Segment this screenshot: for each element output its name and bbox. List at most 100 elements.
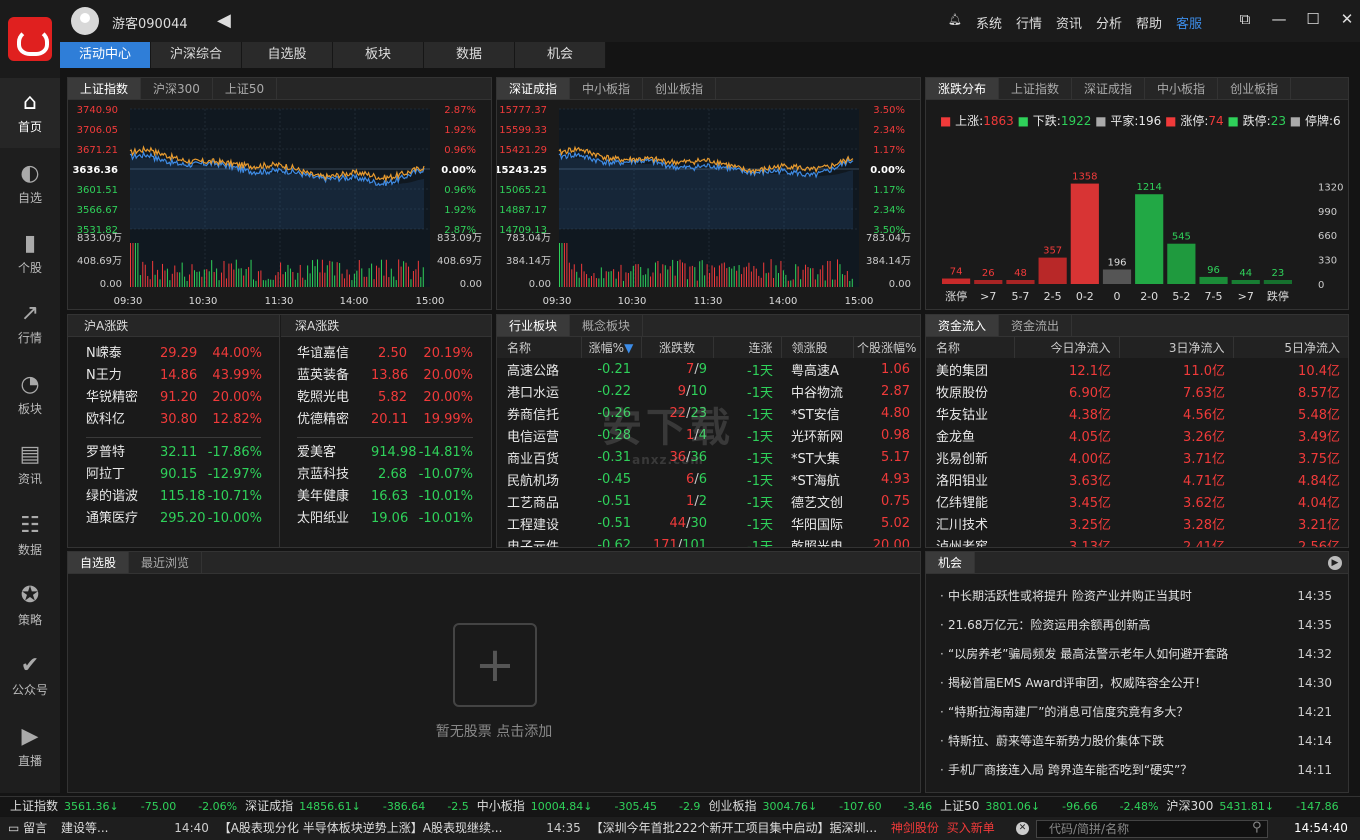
distribution-bar[interactable] [1231,280,1260,284]
search-icon[interactable]: ⚲ [1252,820,1262,835]
mover-row[interactable]: 欧科亿 30.80 12.82% [86,409,279,431]
col-pct[interactable]: 涨幅%▼ [581,337,642,358]
tab-recent[interactable]: 最近浏览 [129,552,203,573]
ticker-item[interactable]: 上证50 3801.06↓ -96.66 -2.48% [940,797,1158,816]
tab-concept[interactable]: 概念板块 [570,315,644,336]
col-leader[interactable]: 领涨股 [781,337,854,358]
bell-icon[interactable]: 🔔︎ [948,13,962,32]
table-row[interactable]: 高速公路 -0.21 7/9 -1天 粤高速A 1.06 [497,358,920,380]
list-item[interactable]: · “以房养老”骗局频发 最高法警示老年人如何避开套路 14:32 [940,640,1332,669]
sidebar-item-home[interactable]: ⌂ 首页 [0,78,60,149]
list-item[interactable]: · 揭秘首届EMS Award评审团，权威阵容全公开！ 14:30 [940,669,1332,698]
resize-icon[interactable]: ⧉ [1236,10,1254,28]
mover-row[interactable]: 罗普特 32.11 -17.86% [86,442,279,464]
table-row[interactable]: 券商信托 -0.26 22/23 -1天 *ST安信 4.80 [497,402,920,424]
distribution-bar[interactable] [1135,194,1164,284]
maximize-icon[interactable]: ☐ [1304,10,1322,28]
stock-search-input[interactable]: 代码/简拼/名称 [1036,820,1268,838]
table-row[interactable]: 民航机场 -0.45 6/6 -1天 *ST海航 4.93 [497,468,920,490]
sh-intraday-chart[interactable]: 3740.90 2.87% 3706.05 1.92% 3671.21 0.96% 3636… [68,101,491,310]
distribution-bar[interactable] [1102,269,1132,284]
tab-opportunity[interactable]: 机会 [515,42,606,68]
sidebar-item-official[interactable]: ✔ 公众号 [0,641,60,711]
close-icon[interactable]: ✕ [1338,10,1356,28]
list-item[interactable]: · 手机厂商接连入局 跨界造车能否吃到“硬实”？ 14:11 [940,756,1332,785]
ticker-item[interactable]: 创业板指 3004.76↓ -107.60 -3.46 [708,797,932,816]
sidebar-item-news[interactable]: ▤ 资讯 [0,430,60,500]
ticker-item[interactable]: 中小板指 10004.84↓ -305.45 -2.9 [477,797,701,816]
mover-row[interactable]: 太阳纸业 19.06 -10.01% [297,508,491,530]
list-item[interactable]: · “特斯拉海南建厂”的消息可信度究竟有多大？ 14:21 [940,698,1332,727]
distribution-bar[interactable] [1167,243,1196,284]
distribution-bar[interactable] [1070,183,1099,284]
mover-row[interactable]: 美年健康 16.63 -10.01% [297,486,491,508]
list-item[interactable]: · 中长期活跃性或将提升 险资产业并购正当其时 14:35 [940,582,1332,611]
menu-news[interactable]: 资讯 [1056,13,1082,32]
tab-sectors[interactable]: 板块 [333,42,424,68]
tab-data[interactable]: 数据 [424,42,515,68]
sidebar-item-live[interactable]: ▶ 直播 [0,712,60,782]
menu-quotes[interactable]: 行情 [1016,13,1042,32]
message-icon[interactable]: ▭ [8,821,19,835]
ticker-item[interactable]: 上证指数 3561.36↓ -75.00 -2.06% [10,797,237,816]
tab-dist-sme[interactable]: 中小板指 [1145,78,1219,99]
ad-stock-name[interactable]: 神剑股份 [891,821,939,835]
back-arrow-icon[interactable]: ◀ [217,10,231,31]
table-row[interactable]: 牧原股份 6.90亿 7.63亿 8.57亿 [926,380,1348,402]
mover-row[interactable]: 华谊嘉信 2.50 20.19% [297,343,491,365]
sidebar-item-sector[interactable]: ◔ 板块 [0,360,60,430]
sidebar-item-market[interactable]: ↗ 行情 [0,289,60,359]
tab-hs300[interactable]: 沪深300 [141,78,213,99]
tab-sme-index[interactable]: 中小板指 [570,78,644,99]
table-row[interactable]: 泸州老窖 3.13亿 2.41亿 2.56亿 [926,534,1348,548]
menu-help[interactable]: 帮助 [1136,13,1162,32]
col-3day[interactable]: 3日净流入 [1119,337,1234,358]
mover-row[interactable]: 优德精密 20.11 19.99% [297,409,491,431]
sidebar-item-strategy[interactable]: ✪ 策略 [0,571,60,641]
tab-industry[interactable]: 行业板块 [497,315,571,336]
mover-row[interactable]: 绿的谐波 115.18 -10.71% [86,486,279,508]
tab-dist-sh[interactable]: 上证指数 [999,78,1073,99]
close-ad-icon[interactable]: ✕ [1016,822,1029,835]
col-name[interactable]: 名称 [926,337,1015,358]
sidebar-item-watchlist[interactable]: ◐ 自选 [0,148,60,218]
col-leader-pct[interactable]: 个股涨幅% [853,337,920,358]
mover-row[interactable]: 蓝英装备 13.86 20.00% [297,365,491,387]
tab-gem-index[interactable]: 创业板指 [643,78,717,99]
mover-row[interactable]: 阿拉丁 90.15 -12.97% [86,464,279,486]
ticker-item[interactable]: 深证成指 14856.61↓ -386.64 -2.5 [245,797,469,816]
tab-dist-sz[interactable]: 深证成指 [1072,78,1146,99]
sidebar-item-data[interactable]: ☷ 数据 [0,500,60,570]
distribution-bar[interactable] [1038,257,1067,284]
tab-sh-index[interactable]: 上证指数 [68,78,142,99]
table-row[interactable]: 美的集团 12.1亿 11.0亿 10.4亿 [926,358,1348,380]
col-name[interactable]: 名称 [497,337,582,358]
menu-analysis[interactable]: 分析 [1096,13,1122,32]
tab-inflow[interactable]: 资金流入 [926,315,1000,336]
table-row[interactable]: 商业百货 -0.31 36/36 -1天 *ST大集 5.17 [497,446,920,468]
username[interactable]: 游客090044 [112,13,188,32]
tab-sz50[interactable]: 上证50 [213,78,278,99]
table-row[interactable]: 工艺商品 -0.51 1/2 -1天 德艺文创 0.75 [497,490,920,512]
mover-row[interactable]: N王力 14.86 43.99% [86,365,279,387]
list-item[interactable]: · 21.68万亿元：险资运用余额再创新高 14:35 [940,611,1332,640]
table-row[interactable]: 电信运营 -0.28 1/4 -1天 光环新网 0.98 [497,424,920,446]
distribution-bar[interactable] [1263,280,1292,284]
distribution-bar[interactable] [974,280,1003,284]
mover-row[interactable]: N嵘泰 29.29 44.00% [86,343,279,365]
table-row[interactable]: 兆易创新 4.00亿 3.71亿 3.75亿 [926,446,1348,468]
avatar[interactable] [71,7,99,35]
table-row[interactable]: 工程建设 -0.51 44/30 -1天 华阳国际 5.02 [497,512,920,534]
tab-opportunity-news[interactable]: 机会 [926,552,976,573]
minimize-icon[interactable]: — [1270,10,1288,28]
col-streak[interactable]: 连涨 [713,337,782,358]
table-row[interactable]: 汇川技术 3.25亿 3.28亿 3.21亿 [926,512,1348,534]
tab-sz-index[interactable]: 深证成指 [497,78,571,99]
table-row[interactable]: 亿纬锂能 3.45亿 3.62亿 4.04亿 [926,490,1348,512]
news-item-2[interactable]: 【深圳今年首批222个新开工项目集中启动】据深圳... [591,821,877,835]
tab-outflow[interactable]: 资金流出 [999,315,1073,336]
table-row[interactable]: 港口水运 -0.22 9/10 -1天 中谷物流 2.87 [497,380,920,402]
distribution-bar[interactable] [942,278,971,284]
tab-activity-center[interactable]: 活动中心 [60,42,151,68]
mover-row[interactable]: 华锐精密 91.20 20.00% [86,387,279,409]
